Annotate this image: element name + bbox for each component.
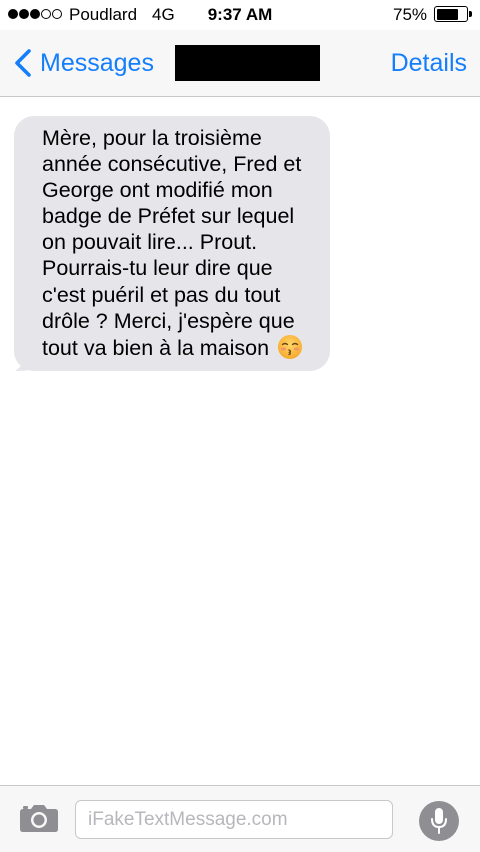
status-bar: Poudlard 4G 9:37 AM 75% — [0, 0, 480, 30]
navigation-bar: Messages Details — [0, 30, 480, 97]
details-button[interactable]: Details — [391, 49, 467, 78]
compose-bar — [0, 785, 480, 852]
microphone-button[interactable] — [419, 801, 459, 841]
battery-percent: 75% — [393, 5, 428, 24]
message-input[interactable] — [75, 800, 393, 839]
received-message: Mère, pour la troisième année consécutiv… — [14, 116, 330, 371]
contact-name-redacted — [175, 45, 320, 81]
camera-icon[interactable] — [19, 803, 59, 833]
chevron-left-icon — [15, 49, 31, 77]
message-bubble: Mère, pour la troisième année consécutiv… — [14, 116, 330, 371]
battery-icon — [434, 6, 472, 22]
message-thread: Mère, pour la troisième année consécutiv… — [0, 97, 480, 785]
message-text: Mère, pour la troisième année consécutiv… — [42, 126, 302, 360]
microphone-icon — [431, 808, 447, 834]
back-label: Messages — [40, 48, 154, 77]
back-button[interactable]: Messages — [10, 46, 154, 80]
kissing-face-emoji-icon — [278, 334, 303, 359]
